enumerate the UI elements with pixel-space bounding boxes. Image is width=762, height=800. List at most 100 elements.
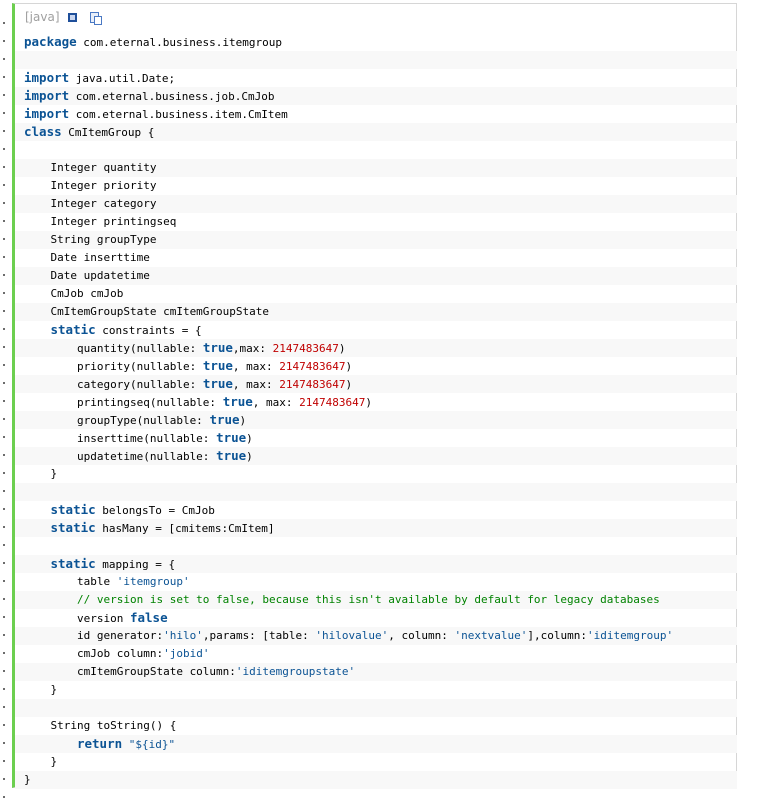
code-line: groupType(nullable: true) <box>15 411 737 429</box>
code-line: quantity(nullable: true,max: 2147483647) <box>15 339 737 357</box>
code-line: category(nullable: true, max: 2147483647… <box>15 375 737 393</box>
code-number: 2147483647 <box>299 396 366 409</box>
code-text: belongsTo = CmJob <box>95 504 215 517</box>
line-marker <box>3 706 5 708</box>
code-number: 2147483647 <box>279 378 346 391</box>
code-line: Date inserttime <box>15 249 737 267</box>
code-line: cmJob column:'jobid' <box>15 645 737 663</box>
code-text: CmItemGroupState cmItemGroupState <box>24 305 270 318</box>
code-text: ) <box>345 360 353 373</box>
line-marker <box>3 490 5 492</box>
code-line: updatetime(nullable: true) <box>15 447 737 465</box>
code-line: Integer category <box>15 195 737 213</box>
code-text: ) <box>246 450 253 463</box>
code-line: static hasMany = [cmitems:CmItem] <box>15 519 737 537</box>
code-string: 'nextvalue' <box>454 629 528 642</box>
code-text: } <box>24 467 58 480</box>
code-number: 2147483647 <box>272 342 339 355</box>
code-text: cmJob column: <box>24 647 164 660</box>
line-marker <box>3 436 5 438</box>
line-marker <box>3 580 5 582</box>
line-marker <box>3 220 5 222</box>
code-text: CmJob cmJob <box>24 287 124 300</box>
code-keyword: true <box>202 358 233 373</box>
code-line: static constraints = { <box>15 321 737 339</box>
line-marker <box>3 166 5 168</box>
code-text: com.eternal.business.job.CmJob <box>69 90 275 103</box>
code-text: category(nullable: <box>24 378 203 391</box>
code-text: inserttime(nullable: <box>24 432 217 445</box>
code-string: 'hilovalue' <box>315 629 389 642</box>
line-marker <box>3 76 5 78</box>
code-line: Date updatetime <box>15 267 737 285</box>
line-marker <box>3 616 5 618</box>
code-string: 'iditemgroup' <box>586 629 674 642</box>
view-source-icon[interactable] <box>67 12 77 22</box>
code-line: } <box>15 465 737 483</box>
line-marker <box>3 724 5 726</box>
code-keyword: false <box>129 610 168 625</box>
code-keyword: true <box>202 340 233 355</box>
code-line: class CmItemGroup { <box>15 123 737 141</box>
code-keyword: true <box>222 394 253 409</box>
code-text: groupType(nullable: <box>24 414 210 427</box>
code-lines: package com.eternal.business.itemgroup i… <box>15 33 737 789</box>
line-marker <box>3 796 5 798</box>
code-line: CmJob cmJob <box>15 285 737 303</box>
code-text: version <box>24 612 130 625</box>
code-text: ) <box>239 414 247 427</box>
code-line: table 'itemgroup' <box>15 573 737 591</box>
line-marker <box>3 184 5 186</box>
code-line: import com.eternal.business.item.CmItem <box>15 105 737 123</box>
line-marker <box>3 40 5 42</box>
line-marker <box>3 598 5 600</box>
code-line: import com.eternal.business.job.CmJob <box>15 87 737 105</box>
line-marker <box>3 328 5 330</box>
code-text: } <box>24 773 31 786</box>
code-line: // version is set to false, because this… <box>15 591 737 609</box>
code-line: package com.eternal.business.itemgroup <box>15 33 737 51</box>
copy-icon[interactable] <box>89 11 102 25</box>
code-line <box>15 699 737 717</box>
code-text: ],column: <box>527 629 587 642</box>
line-marker <box>3 202 5 204</box>
code-line: id generator:'hilo',params: [table: 'hil… <box>15 627 737 645</box>
code-text: String toString() { <box>24 719 177 732</box>
code-keyword: true <box>216 448 247 463</box>
line-marker <box>3 400 5 402</box>
code-text: ) <box>338 342 346 355</box>
code-text: constraints = { <box>95 324 202 337</box>
line-marker <box>3 382 5 384</box>
code-string: 'hilo' <box>163 629 203 642</box>
code-string: 'itemgroup' <box>116 575 190 588</box>
line-marker <box>3 742 5 744</box>
line-marker <box>3 346 5 348</box>
code-text: , column: <box>388 629 455 642</box>
code-line: } <box>15 753 737 771</box>
line-marker <box>3 418 5 420</box>
code-text: Date updatetime <box>24 269 150 282</box>
code-text: id generator: <box>24 629 164 642</box>
code-line: CmItemGroupState cmItemGroupState <box>15 303 737 321</box>
code-text: Integer quantity <box>24 161 157 174</box>
code-text: java.util.Date; <box>69 72 176 85</box>
code-line: static belongsTo = CmJob <box>15 501 737 519</box>
code-text: quantity(nullable: <box>24 342 203 355</box>
code-line: cmItemGroupState column:'iditemgroupstat… <box>15 663 737 681</box>
line-marker <box>3 688 5 690</box>
code-line: static mapping = { <box>15 555 737 573</box>
code-keyword: import <box>24 70 70 85</box>
code-string: 'iditemgroupstate' <box>235 665 356 678</box>
code-line: import java.util.Date; <box>15 69 737 87</box>
code-text: priority(nullable: <box>24 360 203 373</box>
language-label: [java] <box>25 10 60 24</box>
code-text: , max: <box>232 360 280 373</box>
code-line: printingseq(nullable: true, max: 2147483… <box>15 393 737 411</box>
code-text: Integer printingseq <box>24 215 177 228</box>
code-keyword: import <box>24 88 70 103</box>
code-text: } <box>24 755 58 768</box>
code-text: CmItemGroup { <box>61 126 155 139</box>
